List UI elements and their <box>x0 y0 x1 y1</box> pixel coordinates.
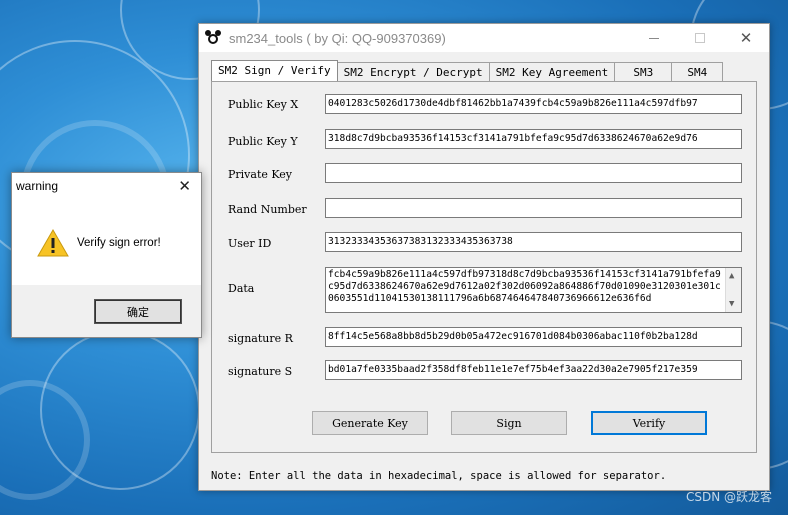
sign-button[interactable]: Sign <box>451 411 567 435</box>
rand-number-label: Rand Number <box>228 203 307 216</box>
user-id-input[interactable]: 31323334353637383132333435363738 <box>325 232 742 252</box>
dialog-close-icon[interactable]: ✕ <box>178 177 191 195</box>
tab-sm2-encrypt-decrypt[interactable]: SM2 Encrypt / Decrypt <box>336 62 490 81</box>
signature-r-input[interactable]: 8ff14c5e568a8bb8d5b29d0b05a472ec916701d0… <box>325 327 742 347</box>
private-key-input[interactable] <box>325 163 742 183</box>
minimize-button[interactable] <box>631 24 677 52</box>
panda-app-icon <box>205 30 221 46</box>
tab-strip: SM2 Sign / Verify SM2 Encrypt / Decrypt … <box>211 60 724 81</box>
maximize-button[interactable] <box>677 24 723 52</box>
warning-triangle-icon <box>37 229 69 257</box>
tab-sm4[interactable]: SM4 <box>671 62 724 81</box>
close-icon: ✕ <box>739 28 753 47</box>
warning-dialog: warning ✕ Verify sign error! 确定 <box>11 172 202 338</box>
data-textarea[interactable]: fcb4c59a9b826e111a4c597dfb97318d8c7d9bcb… <box>325 267 742 313</box>
scroll-up-icon[interactable]: ▲ <box>729 270 734 282</box>
tab-sm2-key-agreement[interactable]: SM2 Key Agreement <box>488 62 616 81</box>
signature-r-label: signature R <box>228 332 293 345</box>
minimize-icon <box>649 37 659 39</box>
ok-button[interactable]: 确定 <box>94 299 182 324</box>
data-scrollbar[interactable]: ▲ ▼ <box>725 268 741 312</box>
main-window: sm234_tools ( by Qi: QQ-909370369) ✕ SM2… <box>198 23 770 491</box>
data-label: Data <box>228 282 255 295</box>
hex-input-note: Note: Enter all the data in hexadecimal,… <box>211 470 667 482</box>
data-text: fcb4c59a9b826e111a4c597dfb97318d8c7d9bcb… <box>328 269 721 304</box>
scroll-down-icon[interactable]: ▼ <box>729 298 734 310</box>
signature-s-input[interactable]: bd01a7fe0335baad2f358df8feb11e1e7ef75b4e… <box>325 360 742 380</box>
public-key-x-label: Public Key X <box>228 98 299 111</box>
private-key-label: Private Key <box>228 168 293 181</box>
generate-key-button[interactable]: Generate Key <box>312 411 428 435</box>
tab-sm2-sign-verify[interactable]: SM2 Sign / Verify <box>211 60 338 81</box>
tab-sm3[interactable]: SM3 <box>614 62 673 81</box>
maximize-icon <box>695 33 705 43</box>
csdn-watermark: CSDN @跃龙客 <box>685 490 772 504</box>
title-bar[interactable]: sm234_tools ( by Qi: QQ-909370369) ✕ <box>199 24 769 52</box>
sign-verify-panel: Public Key X 0401283c5026d1730de4dbf8146… <box>211 81 757 453</box>
window-title: sm234_tools ( by Qi: QQ-909370369) <box>229 30 446 46</box>
public-key-y-input[interactable]: 318d8c7d9bcba93536f14153cf3141a791bfefa9… <box>325 129 742 149</box>
dialog-message: Verify sign error! <box>77 237 161 249</box>
close-button[interactable]: ✕ <box>723 24 769 52</box>
public-key-y-label: Public Key Y <box>228 135 298 148</box>
dialog-footer: 确定 <box>12 285 201 337</box>
public-key-x-input[interactable]: 0401283c5026d1730de4dbf81462bb1a7439fcb4… <box>325 94 742 114</box>
dialog-title: warning <box>16 179 59 193</box>
signature-s-label: signature S <box>228 365 293 378</box>
verify-button[interactable]: Verify <box>591 411 707 435</box>
rand-number-input[interactable] <box>325 198 742 218</box>
user-id-label: User ID <box>228 237 272 250</box>
